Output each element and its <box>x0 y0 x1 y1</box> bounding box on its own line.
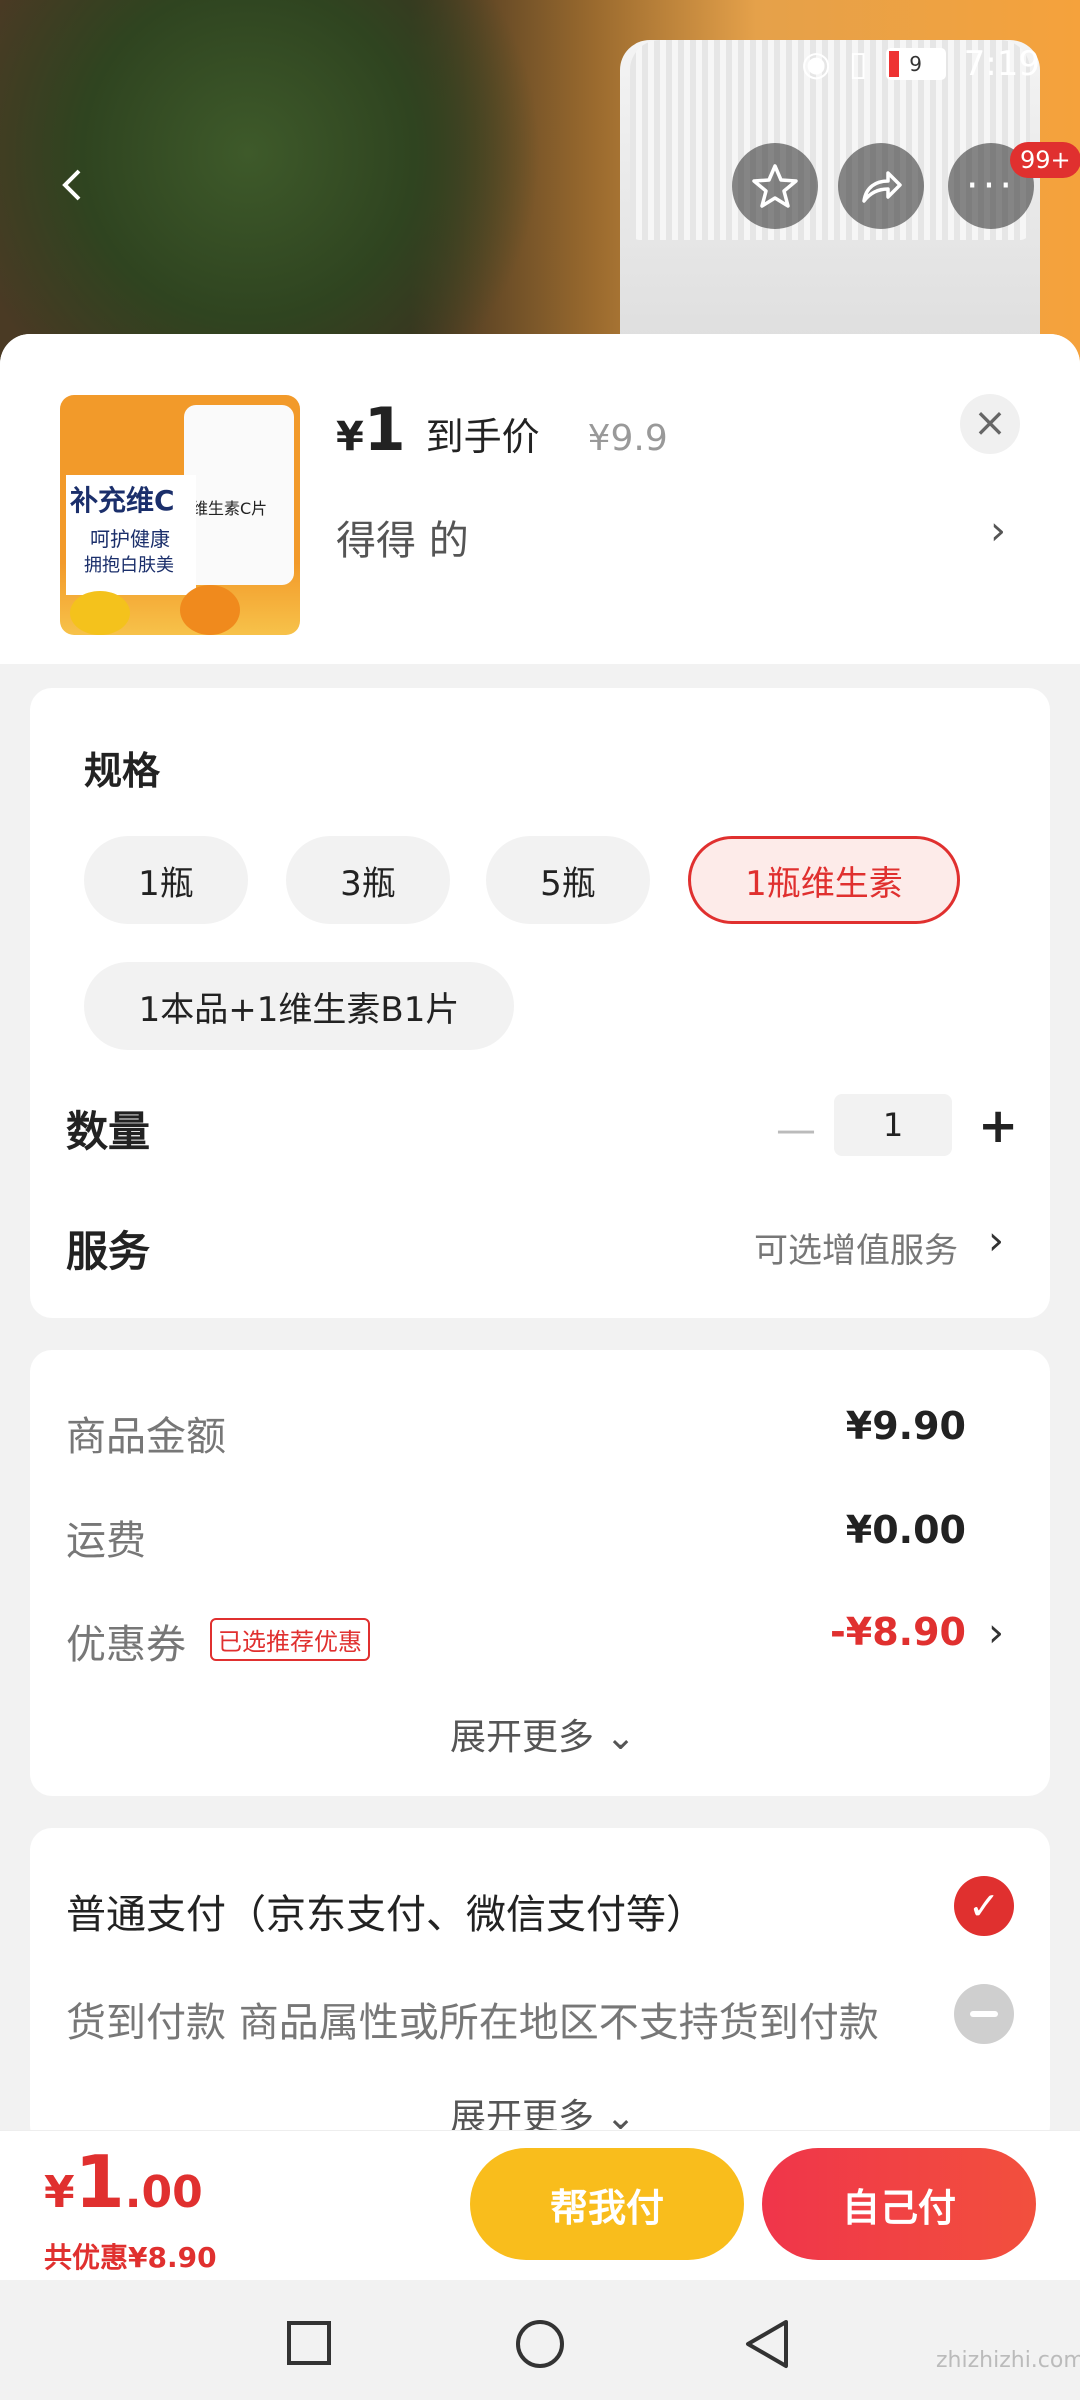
decrease-button[interactable]: — <box>776 1107 816 1153</box>
favorite-button[interactable] <box>732 143 818 229</box>
chevron-right-icon[interactable]: › <box>988 1610 1004 1656</box>
total-int: 1 <box>74 2140 125 2224</box>
shipping-label: 运费 <box>66 1518 146 1564</box>
thumb-title: 补充维C <box>70 484 175 517</box>
thumb-line2: 拥抱白肤美 <box>84 555 174 576</box>
thumb-line1: 呵护健康 <box>90 527 170 551</box>
star-icon <box>752 164 798 208</box>
total-dec: .00 <box>124 2167 203 2218</box>
spec-option-4[interactable]: 1瓶维生素 <box>688 836 960 924</box>
payment-normal[interactable]: 普通支付（京东支付、微信支付等） <box>66 1882 706 1940</box>
quantity-label: 数量 <box>66 1107 151 1156</box>
price-currency: ¥ <box>336 414 364 460</box>
service-label: 服务 <box>66 1227 151 1276</box>
payment-cod: 货到付款 商品属性或所在地区不支持货到付款 <box>66 2000 879 2046</box>
chevron-right-icon[interactable]: › <box>990 508 1006 554</box>
flower-image <box>70 591 130 635</box>
total-currency: ¥ <box>44 2167 75 2218</box>
coupon-value[interactable]: -¥8.90 <box>830 1610 966 1654</box>
goods-amount-label: 商品金额 <box>66 1414 226 1460</box>
goods-amount-value: ¥9.90 <box>845 1404 966 1448</box>
spec-option-5[interactable]: 1本品+1维生素B1片 <box>84 962 514 1050</box>
spec-option-3[interactable]: 5瓶 <box>486 836 650 924</box>
expand-more-label: 展开更多 <box>450 1717 595 1758</box>
home-icon[interactable] <box>514 2318 566 2370</box>
spec-title: 规格 <box>84 749 161 793</box>
thumb-bottle: 维生素C片 <box>184 405 294 585</box>
close-button[interactable]: × <box>960 394 1020 454</box>
recent-apps-icon[interactable] <box>284 2318 334 2368</box>
chevron-down-icon: ⌄ <box>605 1717 636 1758</box>
share-icon <box>862 171 902 203</box>
back-button[interactable] <box>30 142 116 228</box>
battery-icon: 9 <box>885 48 946 80</box>
message-badge: 99+ <box>1010 142 1080 178</box>
shipping-value: ¥0.00 <box>845 1508 966 1552</box>
check-icon[interactable]: ✓ <box>954 1876 1014 1936</box>
seller-name[interactable]: 得得 的 <box>336 508 469 566</box>
disabled-circle-icon <box>954 1984 1014 2044</box>
thumb-bottle-label: 维生素C片 <box>192 499 268 518</box>
service-value[interactable]: 可选增值服务 <box>754 1223 958 1272</box>
self-pay-button[interactable]: 自己付 <box>762 2148 1036 2260</box>
quantity-input[interactable]: 1 <box>834 1094 952 1156</box>
spec-option-1[interactable]: 1瓶 <box>84 836 248 924</box>
watermark: zhizhizhi.com <box>936 2348 1080 2373</box>
saved-amount: 共优惠¥8.90 <box>44 2241 217 2274</box>
expand-more-button[interactable]: 展开更多 ⌄ <box>450 1708 636 1760</box>
total-price: ¥1.00 <box>44 2140 203 2224</box>
eye-icon: ◉ <box>801 44 831 84</box>
price-row: ¥ 1 到手价 ¥9.9 <box>336 395 668 465</box>
close-icon: × <box>973 400 1007 446</box>
original-price: ¥9.9 <box>587 418 668 459</box>
spec-option-2[interactable]: 3瓶 <box>286 836 450 924</box>
orange-image <box>180 585 240 635</box>
status-bar: ◉ ▯ 9 7:19 <box>801 44 1040 84</box>
increase-button[interactable]: + <box>978 1098 1018 1154</box>
coupon-label: 优惠券 <box>66 1622 186 1668</box>
help-pay-button[interactable]: 帮我付 <box>470 2148 744 2260</box>
more-dots-icon: ··· <box>965 163 1017 209</box>
price-value: 1 <box>363 395 406 465</box>
back-arrow-icon <box>62 169 81 201</box>
product-thumbnail[interactable]: 维生素C片 补充维C 呵护健康 拥抱白肤美 <box>60 395 300 635</box>
vibrate-icon: ▯ <box>848 44 868 84</box>
chevron-right-icon[interactable]: › <box>988 1218 1004 1264</box>
back-triangle-icon[interactable] <box>742 2318 792 2370</box>
coupon-tag: 已选推荐优惠 <box>210 1618 370 1661</box>
price-label: 到手价 <box>425 415 540 459</box>
share-button[interactable] <box>838 143 924 229</box>
clock: 7:19 <box>963 44 1040 84</box>
